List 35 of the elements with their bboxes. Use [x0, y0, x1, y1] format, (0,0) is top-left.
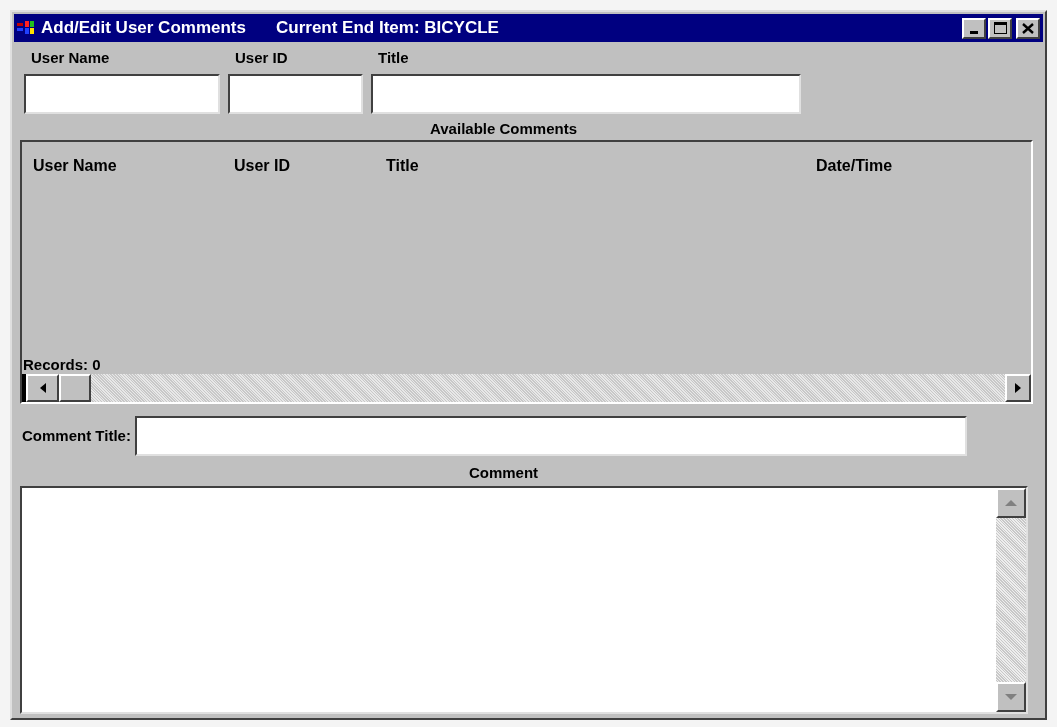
up-arrow-icon: [1005, 500, 1017, 506]
right-arrow-icon: [1015, 383, 1021, 393]
section-heading: Comment: [467, 463, 540, 483]
input-field[interactable]: [24, 74, 220, 114]
comment-field[interactable]: [20, 486, 1028, 714]
comment-title-field[interactable]: [134, 416, 967, 456]
down-arrow-icon: [1005, 694, 1017, 700]
app-icon: [17, 20, 35, 36]
column-header: Date/Time: [816, 156, 893, 176]
horizontal-scrollbar[interactable]: [22, 374, 1031, 402]
vertical-scrollbar[interactable]: [996, 488, 1026, 712]
maximize-button[interactable]: [988, 17, 1012, 39]
input-field[interactable]: [371, 74, 801, 114]
comment-title-label: Comment Title:: [22, 425, 131, 446]
section-heading: Available Comments: [429, 119, 578, 139]
field-label: User Name: [30, 48, 111, 68]
records-count: Records: 0: [22, 356, 102, 374]
field-label: Title: [377, 48, 410, 68]
close-icon: [1022, 22, 1034, 34]
window-subtitle: Current End Item: BICYCLE: [276, 17, 499, 40]
scroll-right-button[interactable]: [1005, 374, 1031, 402]
column-header: User ID: [234, 156, 291, 176]
scroll-up-button[interactable]: [996, 488, 1026, 518]
field-label: User ID: [234, 48, 289, 68]
left-arrow-icon: [39, 383, 46, 393]
column-header: User Name: [33, 156, 117, 176]
comments-list[interactable]: User Name User ID Title Date/Time Records: 0: [20, 140, 1033, 404]
minimize-button[interactable]: [962, 17, 986, 39]
window-title: Add/Edit User Comments: [41, 17, 246, 40]
scroll-down-button[interactable]: [996, 682, 1026, 712]
input-field[interactable]: [228, 74, 363, 114]
scroll-thumb[interactable]: [59, 374, 91, 402]
scroll-left-button[interactable]: [26, 374, 59, 402]
column-header: Title: [386, 156, 419, 176]
close-button[interactable]: [1016, 17, 1040, 39]
